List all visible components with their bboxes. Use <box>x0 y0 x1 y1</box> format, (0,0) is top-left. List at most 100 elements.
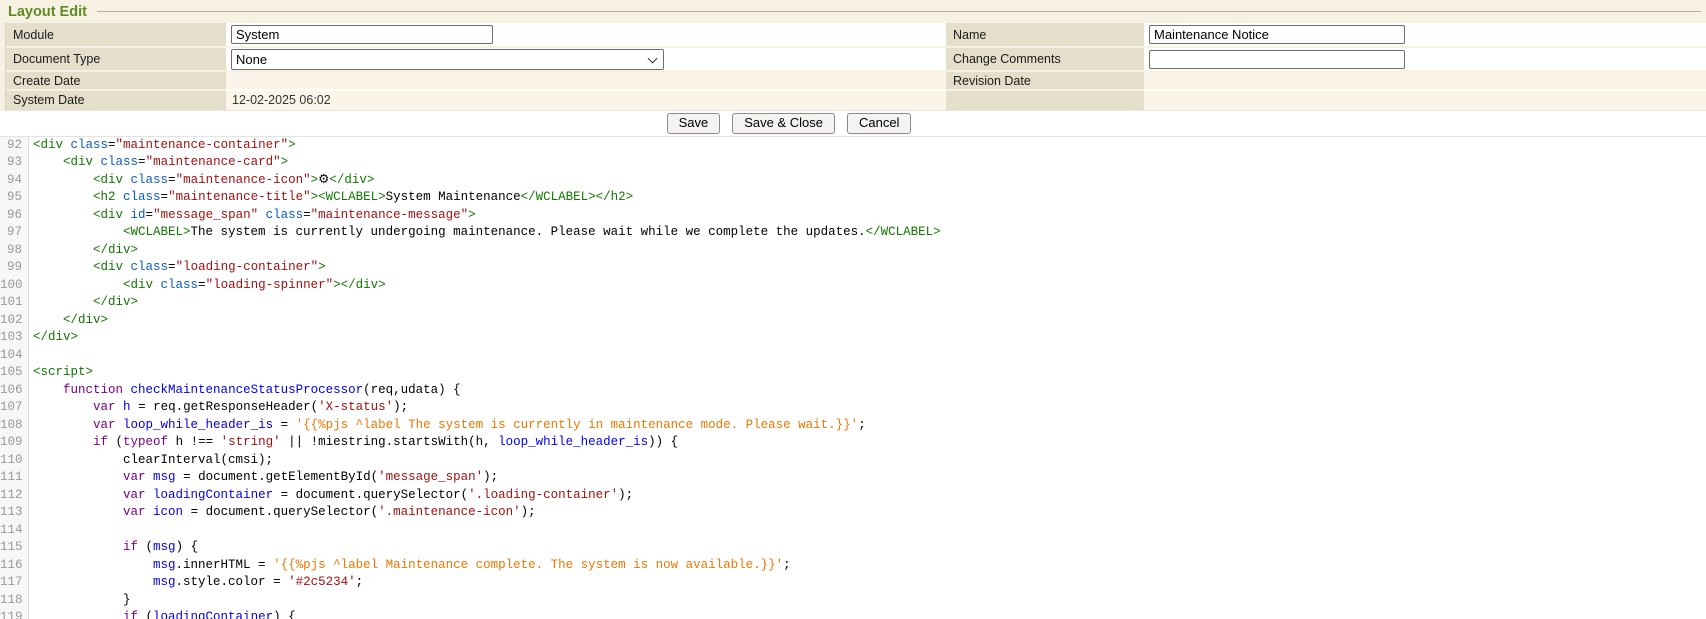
code-text[interactable]: function checkMaintenanceStatusProcessor… <box>29 382 461 400</box>
code-text[interactable] <box>29 522 33 540</box>
line-number: 93 <box>0 154 29 172</box>
line-number: 104 <box>0 347 29 365</box>
code-line: 100 <div class="loading-spinner"></div> <box>0 277 1706 295</box>
code-text[interactable]: </div> <box>29 329 78 347</box>
code-text[interactable]: </div> <box>29 242 138 260</box>
code-line: 101 </div> <box>0 294 1706 312</box>
code-line: 116 msg.innerHTML = '{{%pjs ^label Maint… <box>0 557 1706 575</box>
line-number: 108 <box>0 417 29 435</box>
code-text[interactable]: if (typeof h !== 'string' || !miestring.… <box>29 434 678 452</box>
code-text[interactable]: var loop_while_header_is = '{{%pjs ^labe… <box>29 417 866 435</box>
code-line: 97 <WCLABEL>The system is currently unde… <box>0 224 1706 242</box>
code-text[interactable]: var loadingContainer = document.querySel… <box>29 487 633 505</box>
code-line: 119 if (loadingContainer) { <box>0 609 1706 619</box>
page-title: Layout Edit <box>8 4 87 20</box>
code-line: 115 if (msg) { <box>0 539 1706 557</box>
empty-label-cell <box>946 90 1144 110</box>
line-number: 109 <box>0 434 29 452</box>
code-text[interactable]: <script> <box>29 364 93 382</box>
code-text[interactable]: msg.innerHTML = '{{%pjs ^label Maintenan… <box>29 557 791 575</box>
name-label: Name <box>946 23 1144 47</box>
code-line: 96 <div id="message_span" class="mainten… <box>0 207 1706 225</box>
code-line: 98 </div> <box>0 242 1706 260</box>
line-number: 100 <box>0 277 29 295</box>
code-line: 110 clearInterval(cmsi); <box>0 452 1706 470</box>
code-text[interactable]: clearInterval(cmsi); <box>29 452 273 470</box>
line-number: 94 <box>0 172 29 190</box>
name-input[interactable] <box>1149 25 1405 44</box>
code-text[interactable]: if (loadingContainer) { <box>29 609 296 619</box>
document-type-label: Document Type <box>6 47 226 71</box>
code-text[interactable]: } <box>29 592 131 610</box>
code-text[interactable]: msg.style.color = '#2c5234'; <box>29 574 363 592</box>
change-comments-input[interactable] <box>1149 50 1405 69</box>
code-line: 102 </div> <box>0 312 1706 330</box>
code-line: 108 var loop_while_header_is = '{{%pjs ^… <box>0 417 1706 435</box>
line-number: 113 <box>0 504 29 522</box>
line-number: 103 <box>0 329 29 347</box>
document-type-select[interactable]: None <box>231 49 664 70</box>
line-number: 116 <box>0 557 29 575</box>
code-text[interactable]: <div id="message_span" class="maintenanc… <box>29 207 476 225</box>
line-number: 106 <box>0 382 29 400</box>
cancel-button[interactable]: Cancel <box>847 113 911 134</box>
code-line: 112 var loadingContainer = document.quer… <box>0 487 1706 505</box>
module-input[interactable] <box>231 25 493 44</box>
line-number: 96 <box>0 207 29 225</box>
code-text[interactable]: <div class="maintenance-container"> <box>29 137 296 155</box>
code-text[interactable]: <div class="loading-spinner"></div> <box>29 277 386 295</box>
code-line: 114 <box>0 522 1706 540</box>
code-text[interactable]: <div class="maintenance-card"> <box>29 154 288 172</box>
code-text[interactable]: <div class="loading-container"> <box>29 259 326 277</box>
code-text[interactable]: if (msg) { <box>29 539 198 557</box>
code-line: 95 <h2 class="maintenance-title"><WCLABE… <box>0 189 1706 207</box>
panel-header: Layout Edit <box>0 0 1706 23</box>
empty-value-cell <box>1144 90 1402 110</box>
line-number: 112 <box>0 487 29 505</box>
code-line: 103</div> <box>0 329 1706 347</box>
save-and-close-button[interactable]: Save & Close <box>732 113 835 134</box>
code-line: 105<script> <box>0 364 1706 382</box>
code-line: 92<div class="maintenance-container"> <box>0 137 1706 155</box>
row-filler <box>1402 47 1706 71</box>
code-text[interactable]: var h = req.getResponseHeader('X-status'… <box>29 399 408 417</box>
line-number: 98 <box>0 242 29 260</box>
code-text[interactable]: </div> <box>29 294 138 312</box>
line-number: 105 <box>0 364 29 382</box>
code-text[interactable]: <h2 class="maintenance-title"><WCLABEL>S… <box>29 189 633 207</box>
line-number: 114 <box>0 522 29 540</box>
line-number: 110 <box>0 452 29 470</box>
module-label: Module <box>6 23 226 47</box>
form-row-module-name: Module Name <box>6 23 1706 47</box>
line-number: 102 <box>0 312 29 330</box>
code-text[interactable] <box>29 347 33 365</box>
line-number: 92 <box>0 137 29 155</box>
code-line: 118 } <box>0 592 1706 610</box>
form-row-doctype-comments: Document Type None Change Comments <box>6 47 1706 71</box>
system-date-label: System Date <box>6 90 226 110</box>
code-text[interactable]: <WCLABEL>The system is currently undergo… <box>29 224 941 242</box>
code-editor[interactable]: 92<div class="maintenance-container">93 … <box>0 137 1706 619</box>
code-text[interactable]: <div class="maintenance-icon">⚙</div> <box>29 172 374 190</box>
save-button[interactable]: Save <box>667 113 721 134</box>
code-text[interactable]: var msg = document.getElementById('messa… <box>29 469 498 487</box>
code-line: 117 msg.style.color = '#2c5234'; <box>0 574 1706 592</box>
line-number: 118 <box>0 592 29 610</box>
form-row-create-revision: Create Date Revision Date <box>6 71 1706 90</box>
line-number: 107 <box>0 399 29 417</box>
code-line: 99 <div class="loading-container"> <box>0 259 1706 277</box>
code-text[interactable]: var icon = document.querySelector('.main… <box>29 504 536 522</box>
code-line: 107 var h = req.getResponseHeader('X-sta… <box>0 399 1706 417</box>
line-number: 97 <box>0 224 29 242</box>
system-date-value: 12-02-2025 06:02 <box>226 90 946 110</box>
code-lines: 92<div class="maintenance-container">93 … <box>0 137 1706 619</box>
line-number: 95 <box>0 189 29 207</box>
form-row-system-date: System Date 12-02-2025 06:02 <box>6 90 1706 110</box>
code-text[interactable]: </div> <box>29 312 108 330</box>
layout-edit-panel: Layout Edit Module Name Document Type <box>0 0 1706 137</box>
legend-divider <box>97 11 1701 12</box>
code-line: 111 var msg = document.getElementById('m… <box>0 469 1706 487</box>
code-line: 113 var icon = document.querySelector('.… <box>0 504 1706 522</box>
row-filler <box>1402 23 1706 47</box>
revision-date-label: Revision Date <box>946 71 1144 90</box>
